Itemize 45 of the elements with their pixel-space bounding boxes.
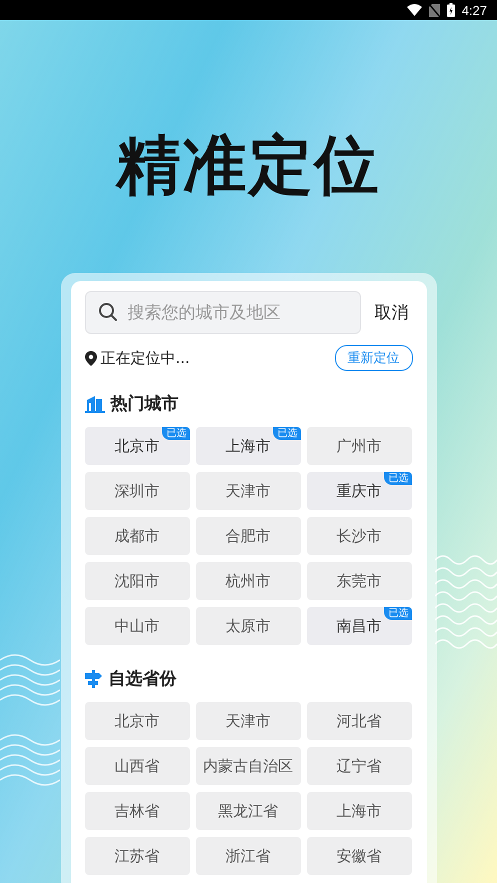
- city-chip[interactable]: 重庆市 已选: [306, 472, 412, 510]
- city-chip[interactable]: 成都市: [84, 517, 190, 555]
- city-chip[interactable]: 南昌市 已选: [306, 607, 412, 645]
- clock-time: 4:27: [462, 2, 487, 18]
- relocate-button[interactable]: 重新定位: [334, 345, 412, 371]
- location-status: 正在定位中...: [100, 348, 190, 368]
- section-title: 热门城市: [110, 393, 178, 415]
- city-chip[interactable]: 广州市: [306, 427, 412, 465]
- city-chip[interactable]: 天津市: [196, 702, 300, 740]
- city-chip[interactable]: 中山市: [84, 607, 190, 645]
- building-icon: [84, 394, 104, 412]
- section-title: 自选省份: [108, 668, 176, 690]
- city-chip[interactable]: 安徽省: [306, 837, 412, 875]
- selected-badge: 已选: [162, 427, 190, 440]
- page-title: 精准定位: [116, 128, 380, 204]
- city-chip[interactable]: 辽宁省: [306, 747, 412, 785]
- city-chip[interactable]: 北京市: [84, 702, 190, 740]
- cancel-button[interactable]: 取消: [370, 301, 412, 324]
- battery-charging-icon: [446, 3, 455, 17]
- city-chip[interactable]: 北京市 已选: [84, 427, 190, 465]
- wifi-icon: [406, 4, 422, 16]
- city-chip[interactable]: 江苏省: [84, 837, 190, 875]
- city-chip[interactable]: 天津市: [196, 472, 300, 510]
- city-chip[interactable]: 内蒙古自治区: [196, 747, 300, 785]
- city-chip[interactable]: 浙江省: [196, 837, 300, 875]
- city-chip[interactable]: 山西省: [84, 747, 190, 785]
- city-chip[interactable]: 黑龙江省: [196, 792, 300, 830]
- city-chip[interactable]: 长沙市: [306, 517, 412, 555]
- selected-badge: 已选: [272, 427, 300, 440]
- search-field[interactable]: 搜索您的城市及地区: [84, 291, 360, 334]
- selected-badge: 已选: [384, 607, 412, 620]
- signpost-icon: [84, 670, 102, 688]
- city-chip[interactable]: 上海市 已选: [196, 427, 300, 465]
- city-chip[interactable]: 合肥市: [196, 517, 300, 555]
- city-chip[interactable]: 太原市: [196, 607, 300, 645]
- location-pin-icon: [84, 350, 96, 366]
- city-chip[interactable]: 沈阳市: [84, 562, 190, 600]
- city-chip[interactable]: 河北省: [306, 702, 412, 740]
- city-chip[interactable]: 杭州市: [196, 562, 300, 600]
- city-chip[interactable]: 东莞市: [306, 562, 412, 600]
- city-chip[interactable]: 深圳市: [84, 472, 190, 510]
- no-sim-icon: [428, 4, 440, 16]
- city-chip[interactable]: 吉林省: [84, 792, 190, 830]
- city-chip[interactable]: 上海市: [306, 792, 412, 830]
- selected-badge: 已选: [384, 472, 412, 485]
